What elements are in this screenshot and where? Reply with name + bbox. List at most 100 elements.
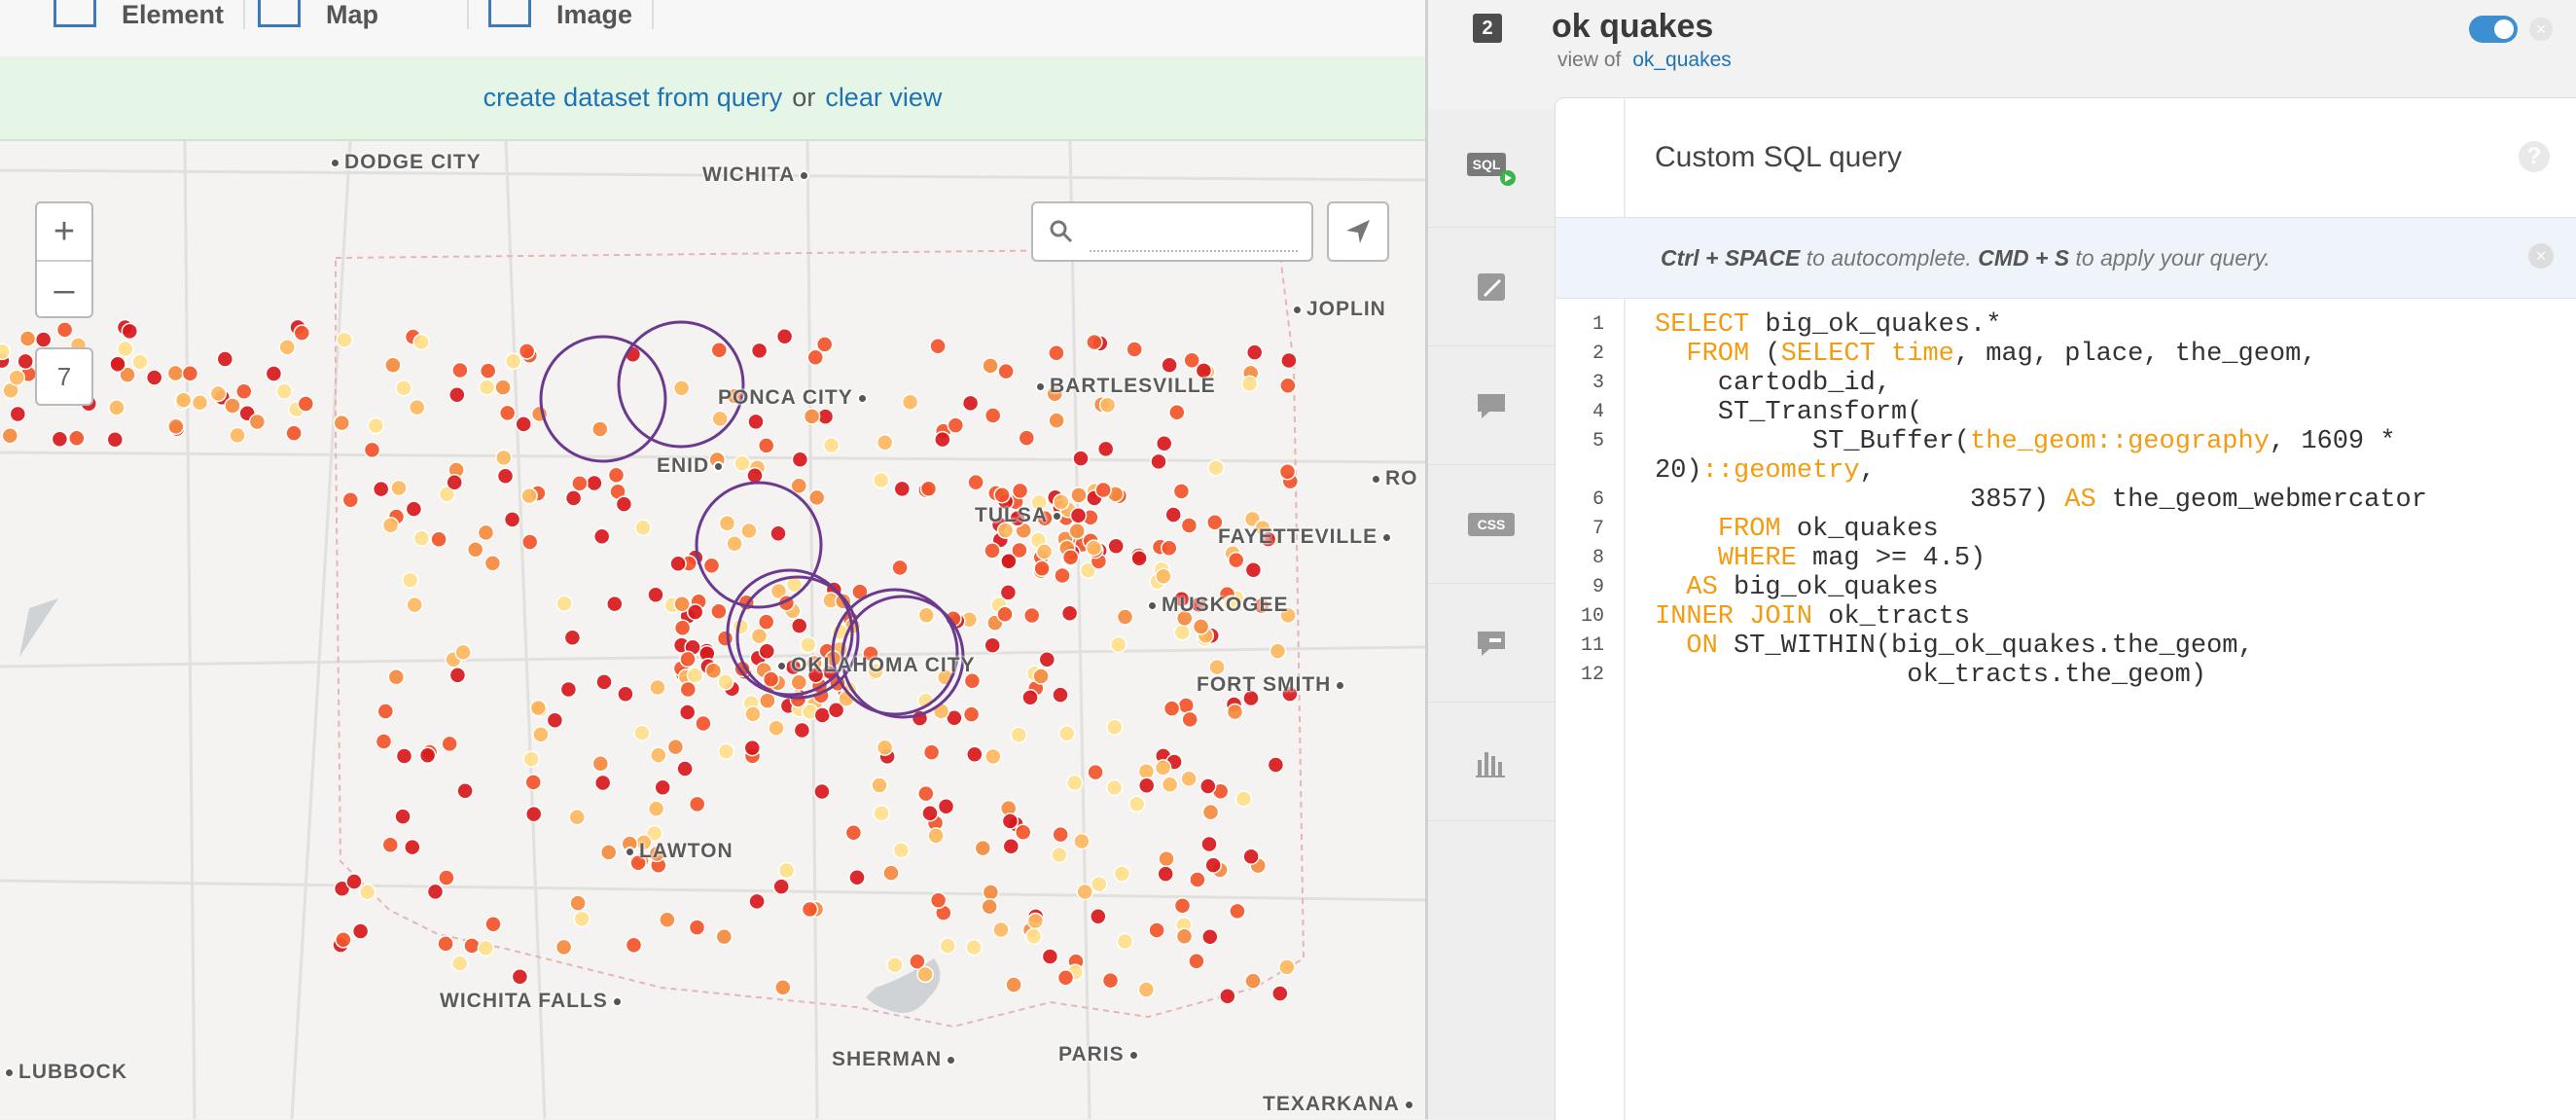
quake-marker <box>515 415 532 433</box>
city-label: WICHITA <box>702 163 813 187</box>
quake-marker <box>1116 932 1134 951</box>
quake-marker <box>679 650 697 668</box>
quake-marker <box>1076 883 1093 901</box>
editor-hint-bar: Ctrl + SPACE to autocomplete. CMD + S to… <box>1556 218 2576 299</box>
quake-marker <box>916 965 934 984</box>
css-icon-label: CSS <box>1478 517 1506 532</box>
sql-tab[interactable]: SQL <box>1428 109 1555 228</box>
zoom-in-button[interactable]: + <box>37 203 91 260</box>
close-icon[interactable]: × <box>2528 243 2554 269</box>
quake-marker <box>591 754 610 773</box>
wizard-tab[interactable] <box>1428 228 1555 346</box>
city-label: WICHITA FALLS <box>440 990 626 1013</box>
quake-marker <box>448 667 467 684</box>
quake-marker <box>1161 539 1178 557</box>
code-text: AS big_ok_quakes <box>1686 573 1939 602</box>
code-line: 8 WHERE mag >= 4.5) <box>1556 544 2576 573</box>
editor-hint-text: Ctrl + SPACE to autocomplete. CMD + S to… <box>1661 245 2271 271</box>
code-line: 1 SELECT big_ok_quakes.* <box>1556 310 2576 340</box>
quake-marker <box>791 451 809 469</box>
quake-marker <box>922 743 941 761</box>
quake-marker <box>381 517 400 534</box>
quake-marker <box>1137 981 1156 998</box>
quake-marker <box>333 414 351 432</box>
quake-marker <box>807 488 826 507</box>
quake-marker <box>17 352 34 371</box>
quake-marker <box>477 524 495 542</box>
quake-marker <box>813 782 831 801</box>
css-tab[interactable]: CSS <box>1428 465 1555 584</box>
toolbar-image-button[interactable]: Image <box>488 0 632 29</box>
quake-marker <box>929 338 947 355</box>
code-text: INNER JOIN ok_tracts <box>1655 602 1971 632</box>
layer-visibility-toggle[interactable] <box>2469 16 2518 43</box>
lake <box>19 598 58 657</box>
city-name: PONCA CITY <box>718 386 853 409</box>
toolbar-element-button[interactable]: Element <box>54 0 224 29</box>
quake-marker <box>1048 343 1065 362</box>
quake-marker <box>921 804 939 822</box>
quake-marker <box>524 774 542 791</box>
zoom-out-button[interactable]: – <box>37 260 91 318</box>
quake-marker <box>676 760 694 777</box>
code-line: 9 AS big_ok_quakes <box>1556 573 2576 602</box>
quake-marker <box>450 955 469 972</box>
map-canvas[interactable]: DODGE CITY WICHITA JOPLIN PONCA CITY BAR… <box>0 141 1425 1119</box>
quake-marker <box>659 911 676 928</box>
sql-code-editor[interactable]: 1 SELECT big_ok_quakes.* 2 FROM (SELECT ti… <box>1556 310 2576 690</box>
quake-marker <box>1244 560 1263 579</box>
quake-marker <box>1068 523 1086 540</box>
line-number: 9 <box>1592 576 1604 598</box>
quake-marker <box>615 495 633 513</box>
quake-marker <box>743 739 762 757</box>
quake-marker <box>1010 726 1028 744</box>
quake-marker <box>1107 537 1125 555</box>
quake-marker <box>1 427 19 445</box>
toolbar-divider <box>243 0 245 29</box>
toolbar-map-button[interactable]: Map <box>258 0 378 29</box>
quake-marker <box>1087 763 1104 781</box>
city-label: TULSA <box>975 504 1066 527</box>
quake-marker <box>446 473 463 491</box>
quake-marker <box>571 474 589 492</box>
quake-marker <box>876 739 894 756</box>
quake-marker <box>876 434 894 452</box>
quake-marker <box>710 602 728 620</box>
quake-marker <box>568 809 586 826</box>
close-icon[interactable]: × <box>2529 18 2553 41</box>
quake-marker <box>381 836 400 853</box>
quake-marker <box>106 431 125 449</box>
city-dot <box>1381 531 1393 543</box>
quake-marker <box>647 800 665 817</box>
infowindow-tab[interactable] <box>1428 346 1555 465</box>
code-text: ST_Transform( <box>1655 398 1923 427</box>
quake-marker <box>520 533 539 551</box>
quake-marker <box>495 449 513 467</box>
quake-marker <box>844 823 863 842</box>
locate-button[interactable] <box>1327 201 1389 262</box>
layer-title[interactable]: ok quakes <box>1552 8 1713 46</box>
quake-marker <box>466 540 484 559</box>
help-icon[interactable]: ? <box>2519 141 2550 172</box>
speech-bubble-icon <box>1478 393 1505 418</box>
quake-marker <box>599 844 618 861</box>
clear-view-link[interactable]: clear view <box>825 83 942 113</box>
quake-marker <box>673 619 692 636</box>
city-label: PONCA CITY <box>718 386 872 410</box>
quake-marker <box>358 883 376 901</box>
quake-marker <box>1244 972 1262 990</box>
quake-marker <box>633 724 651 741</box>
filters-tab[interactable] <box>1428 703 1555 821</box>
source-dataset-link[interactable]: ok_quakes <box>1632 49 1732 71</box>
quake-marker <box>1181 710 1199 729</box>
quake-marker <box>34 331 53 348</box>
city-name: TULSA <box>975 504 1048 526</box>
quake-marker <box>927 827 945 845</box>
create-dataset-link[interactable]: create dataset from query <box>483 83 783 113</box>
quake-marker <box>790 617 808 634</box>
quake-marker <box>438 869 455 886</box>
quake-marker <box>166 364 185 382</box>
map-search-input[interactable] <box>1090 215 1298 252</box>
quake-marker <box>451 361 469 379</box>
legend-tab[interactable] <box>1428 584 1555 703</box>
